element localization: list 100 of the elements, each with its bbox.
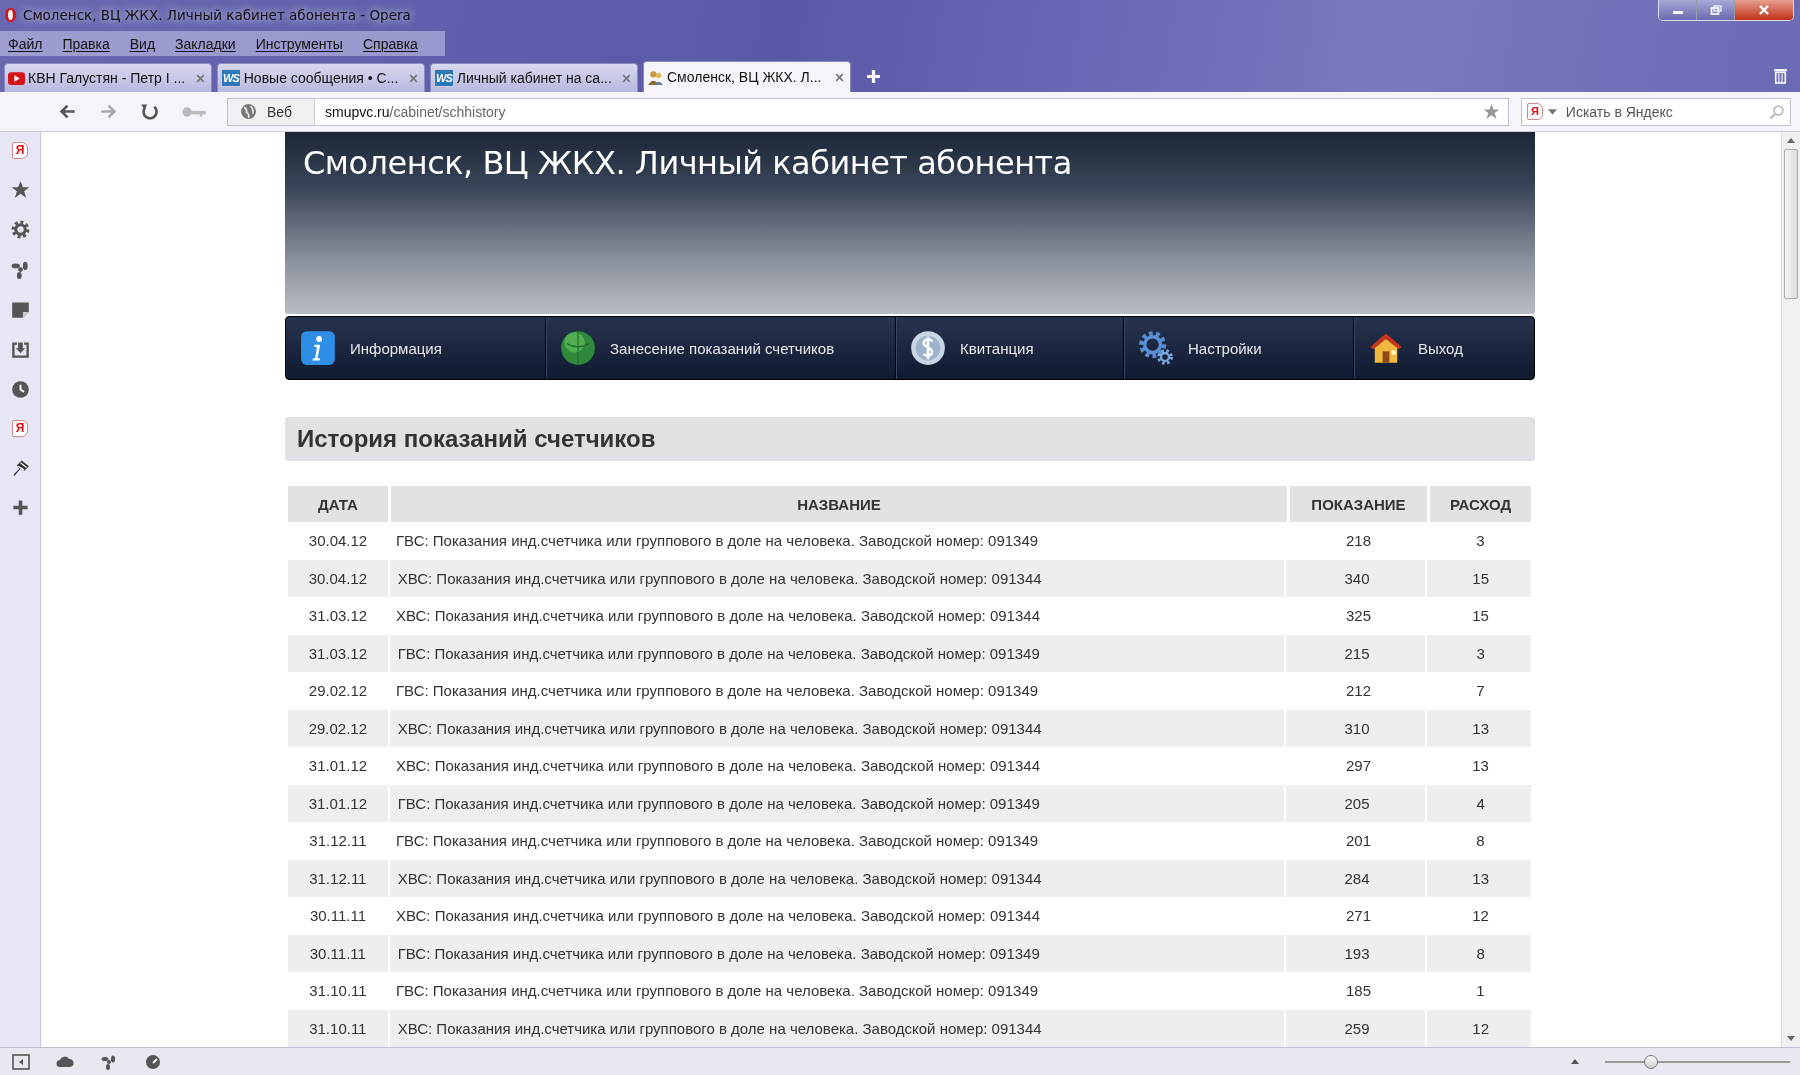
table-cell: 205 [1288, 784, 1428, 822]
table-cell-text: ГВС: Показания инд.счетчика или группового в доле на человека. Заводской номер: 091349 [395, 531, 1040, 552]
table-cell: 284 [1288, 859, 1428, 897]
close-tab-icon[interactable] [834, 71, 845, 83]
info-icon [300, 330, 336, 367]
menu-item[interactable]: Файл [8, 35, 43, 52]
table-cell-text: 15 [1471, 606, 1490, 627]
table-cell-text: 31.10.11 [308, 981, 368, 1002]
propeller-icon[interactable] [10, 260, 30, 279]
table-cell-text: 12 [1471, 906, 1490, 927]
close-tab-icon[interactable] [621, 72, 632, 84]
table-cell: 310 [1288, 709, 1428, 747]
nav-link[interactable]: Занесение показаний счетчиков [546, 317, 896, 379]
column-header: НАЗВАНИЕ [391, 486, 1287, 522]
close-button[interactable] [1735, 0, 1793, 20]
nav-link[interactable]: Квитанция [896, 317, 1124, 379]
table-cell: 31.03.12 [288, 634, 390, 672]
dropdown-caret-icon[interactable] [1547, 108, 1557, 115]
column-header: ПОКАЗАНИЕ [1290, 486, 1427, 522]
table-cell: ГВС: Показания инд.счетчика или группового в доле на человека. Заводской номер: 091349 [392, 934, 1286, 972]
slider-thumb[interactable] [1644, 1054, 1659, 1069]
table-cell: ХВС: Показания инд.счетчика или группового в доле на человека. Заводской номер: 091344 [392, 709, 1286, 747]
table-cell: 8 [1430, 934, 1533, 972]
coin-icon [910, 330, 946, 367]
table-cell: 13 [1430, 709, 1533, 747]
search-box[interactable]: Я Искать в Яндекс [1521, 97, 1791, 126]
table-cell-text: 8 [1475, 831, 1486, 852]
table-cell-text: 325 [1345, 606, 1372, 627]
scroll-thumb[interactable] [1784, 149, 1798, 299]
table-cell-text: 13 [1471, 756, 1490, 777]
browser-tab[interactable]: КВН Галустян - Петр I ... [4, 63, 212, 92]
table-cell-text: 30.11.11 [308, 906, 368, 927]
nav-link[interactable]: Настройки [1124, 317, 1354, 379]
menu-item[interactable]: Правка [62, 35, 110, 52]
trash-icon[interactable] [1773, 67, 1788, 84]
column-header: РАСХОД [1430, 486, 1531, 522]
browser-tab[interactable]: WS Личный кабинет на са... [430, 63, 638, 92]
section-title: История показаний счетчиков [297, 424, 656, 453]
speedometer-icon[interactable] [144, 1053, 162, 1070]
caret-up-icon[interactable] [1571, 1059, 1579, 1064]
add-panel-icon[interactable] [10, 498, 30, 517]
star-icon[interactable] [1483, 103, 1500, 120]
browser-tab[interactable]: Смоленск, ВЦ ЖКХ. Л... [643, 61, 851, 92]
maximize-button[interactable] [1697, 0, 1735, 20]
reload-icon[interactable] [140, 102, 159, 121]
close-tab-icon[interactable] [408, 72, 419, 84]
new-tab-icon[interactable] [866, 69, 881, 84]
table-cell: 29.02.12 [288, 709, 390, 747]
table-cell-text: 297 [1345, 756, 1372, 777]
table-cell: 215 [1288, 634, 1428, 672]
minimize-button[interactable] [1659, 0, 1697, 20]
panel-toggle-icon[interactable] [12, 1053, 30, 1070]
menu-item[interactable]: Закладки [175, 35, 236, 52]
clock-icon[interactable] [10, 380, 30, 399]
nav-link[interactable]: Выход [1354, 317, 1534, 379]
gears-icon [1138, 330, 1174, 367]
yandex-logo-icon[interactable]: Я [11, 420, 29, 437]
note-icon[interactable] [10, 300, 30, 319]
table-cell-text: 212 [1345, 681, 1372, 702]
table-cell-text: 218 [1345, 531, 1372, 552]
table-cell: 3 [1430, 634, 1533, 672]
zoom-slider[interactable] [1605, 1053, 1790, 1070]
menu-item[interactable]: Справка [362, 35, 418, 52]
column-header: ДАТА [288, 486, 388, 522]
scroll-down-icon[interactable] [1787, 1036, 1795, 1041]
propeller-icon[interactable] [100, 1053, 118, 1070]
table-cell: 30.04.12 [288, 559, 390, 597]
site-logo-icon: WS [221, 69, 241, 87]
globe-icon [240, 103, 257, 120]
download-icon[interactable] [10, 340, 30, 359]
menu-item[interactable]: Вид [129, 35, 156, 52]
table-cell-text: 31.01.12 [307, 756, 369, 777]
table-cell-text: 201 [1345, 831, 1372, 852]
table-cell-text: ХВС: Показания инд.счетчика или группового в доле на человека. Заводской номер: 091344 [395, 606, 1041, 627]
table-cell: 31.12.11 [288, 859, 390, 897]
close-tab-icon[interactable] [195, 72, 206, 84]
opera-logo-icon [4, 6, 17, 23]
table-cell: ХВС: Показания инд.счетчика или группового в доле на человека. Заводской номер: 091344 [392, 859, 1286, 897]
table-cell-text: 271 [1345, 906, 1372, 927]
table-cell: 30.11.11 [288, 934, 390, 972]
table-cell: 15 [1430, 559, 1533, 597]
scope-label: Веб [267, 103, 292, 120]
scrollbar[interactable] [1781, 132, 1800, 1047]
table-cell: ГВС: Показания инд.счетчика или группового в доле на человека. Заводской номер: 091349 [392, 784, 1286, 822]
table-cell: 340 [1288, 559, 1428, 597]
back-icon[interactable] [58, 102, 77, 121]
browser-tab[interactable]: WS Новые сообщения • С... [217, 63, 425, 92]
settings-icon[interactable] [10, 220, 30, 239]
star-icon[interactable] [10, 180, 30, 199]
table-cell: 13 [1430, 859, 1533, 897]
globe-icon [560, 330, 596, 367]
url-text: smupvc.ru/cabinet/schhistory [324, 103, 507, 120]
nav-link[interactable]: Информация [286, 317, 546, 379]
people-icon [647, 68, 664, 86]
yandex-logo-icon[interactable]: Я [11, 142, 29, 159]
menu-item[interactable]: Инструменты [255, 35, 343, 52]
yandex-logo-icon: Я [1527, 103, 1543, 120]
scroll-up-icon[interactable] [1787, 138, 1795, 143]
address-field[interactable]: Веб smupvc.ru/cabinet/schhistory [227, 97, 1509, 126]
table-cell-text: 30.04.12 [307, 531, 369, 552]
